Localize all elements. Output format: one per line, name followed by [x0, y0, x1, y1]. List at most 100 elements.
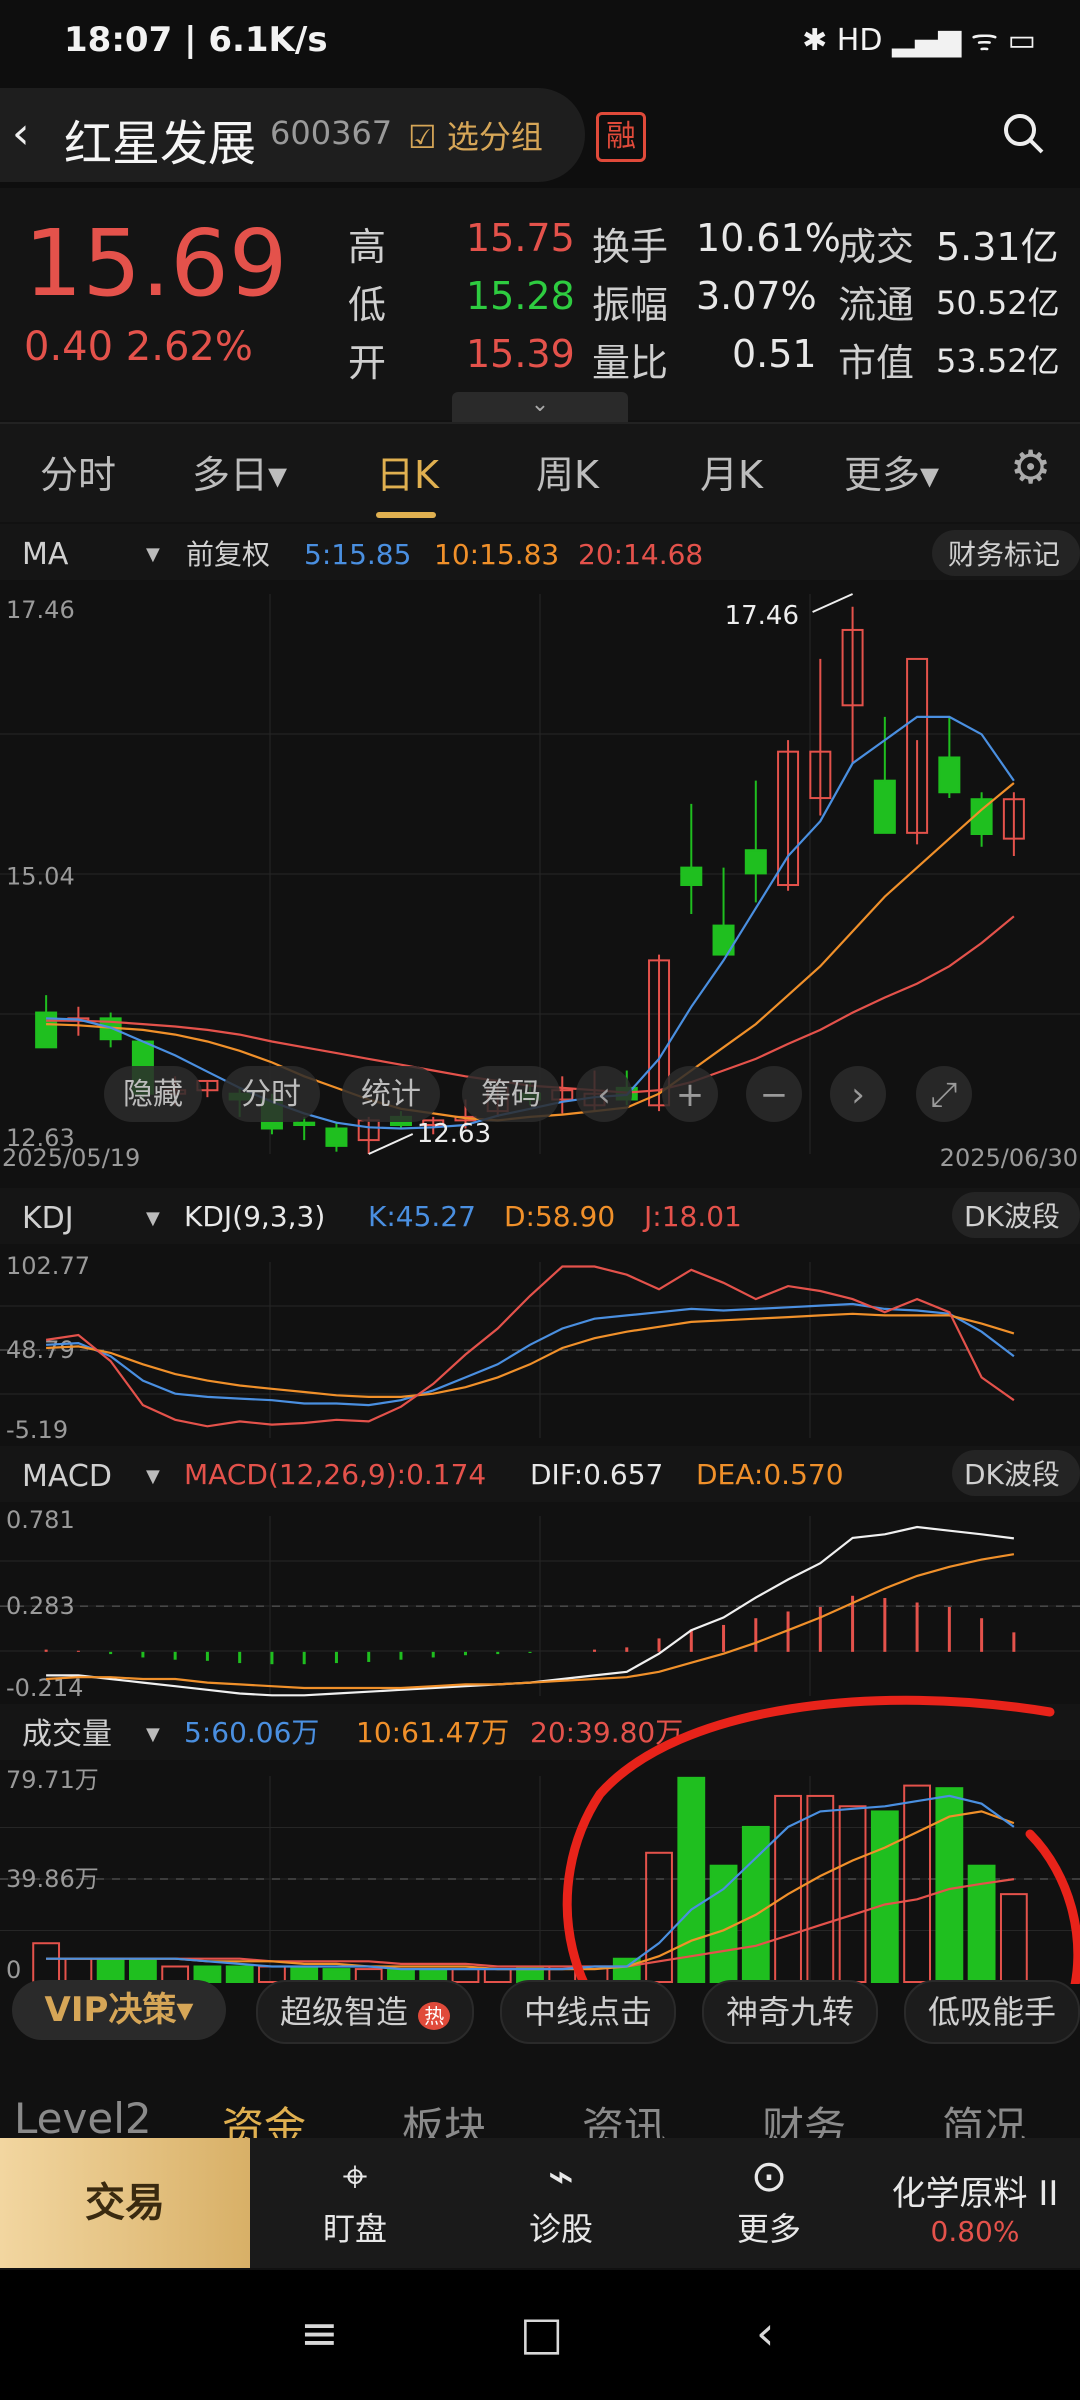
candle [938, 756, 961, 794]
candle [744, 849, 767, 875]
sector-name: 化学原料 II [891, 2174, 1059, 2214]
ma20-label: 20:14.68 [578, 538, 703, 571]
vol-ma10-label: 10:61.47万 [356, 1716, 509, 1749]
volume-bar [806, 1794, 835, 1984]
volume-bar [709, 1864, 738, 1983]
feature-low-buy[interactable]: 低吸能手 [904, 1980, 1080, 2044]
section-level2[interactable]: Level2 [14, 2094, 152, 2143]
adjust-label: 前复权 [186, 538, 270, 571]
finance-mark-label: 财务标记 [948, 538, 1060, 571]
more-button[interactable]: ⊙ 更多 [704, 2150, 834, 2250]
add-group-button[interactable]: ☑ 选分组 [408, 112, 543, 158]
vip-decision-button[interactable]: VIP决策▾ [12, 1980, 226, 2040]
vol-ytick: 79.71万 [6, 1766, 99, 1794]
kdj-params: KDJ(9,3,3) [184, 1200, 325, 1233]
watch-button[interactable]: ⌖ 盯盘 [290, 2150, 420, 2250]
stock-name: 红星发展 [64, 116, 257, 172]
amount-value: 5.31亿 [936, 225, 1059, 269]
tab-daily-k[interactable]: 日K [376, 444, 439, 499]
feature-magic-nine[interactable]: 神奇九转 [702, 1980, 879, 2044]
sector-indicator[interactable]: 化学原料 II 0.80% [870, 2166, 1080, 2248]
diagnose-button[interactable]: ⌁ 诊股 [496, 2150, 626, 2250]
open-value: 15.39 [466, 332, 575, 376]
macd-ytick: 0.283 [6, 1592, 75, 1620]
chevron-down-icon: ⌄ [530, 392, 550, 417]
tab-multiday[interactable]: 多日▾ [192, 444, 287, 499]
target-icon: ⌖ [342, 2151, 368, 2202]
home-icon[interactable]: □ [520, 2306, 563, 2360]
low-value: 15.28 [466, 274, 575, 318]
feature-midline[interactable]: 中线点击 [500, 1980, 677, 2044]
low-annotation: 12.63 [417, 1119, 491, 1149]
mcap-value: 53.52亿 [936, 342, 1060, 380]
kdj-d-label: D:58.90 [504, 1200, 615, 1233]
amplitude-value: 3.07% [696, 274, 817, 318]
macd-dif-label: DIF:0.657 [530, 1458, 663, 1491]
pulse-icon: ⌁ [547, 2151, 575, 2202]
more-label: 更多 [736, 2210, 801, 2248]
hide-button-label: 隐藏 [123, 1077, 183, 1112]
open-label: 开 [348, 341, 387, 385]
zoom-in-icon: + [676, 1075, 705, 1115]
intraday-overlay-button-label: 分时 [241, 1077, 301, 1112]
volume-panel-dropdown-icon: ▼ [146, 1724, 160, 1745]
macd-dea-line [46, 1553, 1015, 1690]
tab-monthly-k[interactable]: 月K [700, 444, 763, 499]
amount-label: 成交 [838, 225, 915, 269]
diagnose-label: 诊股 [528, 2210, 593, 2248]
add-group-label: 选分组 [446, 118, 543, 156]
more-icon: ⊙ [750, 2151, 788, 2202]
vol-ratio-label: 量比 [592, 341, 669, 385]
volume-bar [677, 1776, 706, 1984]
candle [873, 779, 896, 834]
volume-bar [64, 1957, 93, 1984]
vol-ytick: 39.86万 [6, 1865, 99, 1893]
volume-bar [612, 1957, 641, 1984]
vol-ma20-line [46, 1878, 1015, 1968]
expand-quote-button[interactable]: ⌄ [452, 392, 628, 422]
kdj-dk-label: DK波段 [964, 1200, 1060, 1233]
volume-bar [225, 1965, 254, 1983]
float-label: 流通 [838, 283, 915, 327]
feature-label: 超级智造 [280, 1993, 409, 2031]
tab-intraday[interactable]: 分时 [40, 444, 116, 499]
status-time: 18:07 | 6.1K/s [64, 20, 328, 60]
chevron-left-icon[interactable]: ‹ [12, 108, 30, 159]
candle [293, 1121, 316, 1127]
macd-dk-label: DK波段 [964, 1458, 1060, 1491]
stats-button-label: 统计 [361, 1077, 421, 1112]
volume-bar [870, 1810, 899, 1983]
kdj-panel-title: KDJ [22, 1201, 74, 1236]
kdj-j-label: J:18.01 [642, 1200, 742, 1233]
feature-super-manufacture[interactable]: 超级智造 热 [256, 1980, 475, 2044]
macd-panel-title: MACD [22, 1459, 112, 1494]
macd-panel-dropdown-icon: ▼ [146, 1466, 160, 1487]
kline-ytick: 17.46 [6, 596, 75, 624]
back-icon[interactable]: ‹ [756, 2306, 774, 2360]
volume-bar [451, 1968, 480, 1983]
turnover-value: 10.61% [696, 216, 841, 260]
macd-ytick: 0.781 [6, 1506, 75, 1534]
menu-icon[interactable]: ≡ [300, 2306, 339, 2360]
ma5-label: 5:15.85 [304, 538, 411, 571]
chips-button-label: 筹码 [481, 1077, 541, 1112]
vol-ma5-label: 5:60.06万 [184, 1716, 319, 1749]
search-icon[interactable] [1000, 110, 1046, 167]
prev-icon: ‹ [597, 1075, 611, 1115]
tab-more[interactable]: 更多▾ [844, 444, 939, 499]
vol-ma5-line [46, 1794, 1015, 1971]
kline-chart-area[interactable]: MA ▼ 前复权 5:15.85 10:15.83 20:14.68 财务标记 17.46 15… [0, 524, 1080, 1984]
volume-bar [999, 1893, 1028, 1983]
kdj-d-line [46, 1312, 1015, 1399]
status-bar: 18:07 | 6.1K/s ✱ HD ▂▄▆ ᯤ ▭ [0, 0, 1080, 84]
margin-badge[interactable]: 融 [596, 112, 646, 162]
price-change: 0.40 2.62% [24, 324, 253, 370]
tab-weekly-k[interactable]: 周K [536, 444, 599, 499]
volume-panel-title: 成交量 [22, 1717, 112, 1752]
gear-icon[interactable]: ⚙ [1010, 440, 1051, 494]
trade-button[interactable]: 交易 [0, 2138, 250, 2268]
candle [325, 1127, 348, 1147]
volume-bar [32, 1942, 61, 1984]
macd-params: MACD(12,26,9):0.174 [184, 1458, 486, 1491]
volume-bar [838, 1805, 867, 1983]
